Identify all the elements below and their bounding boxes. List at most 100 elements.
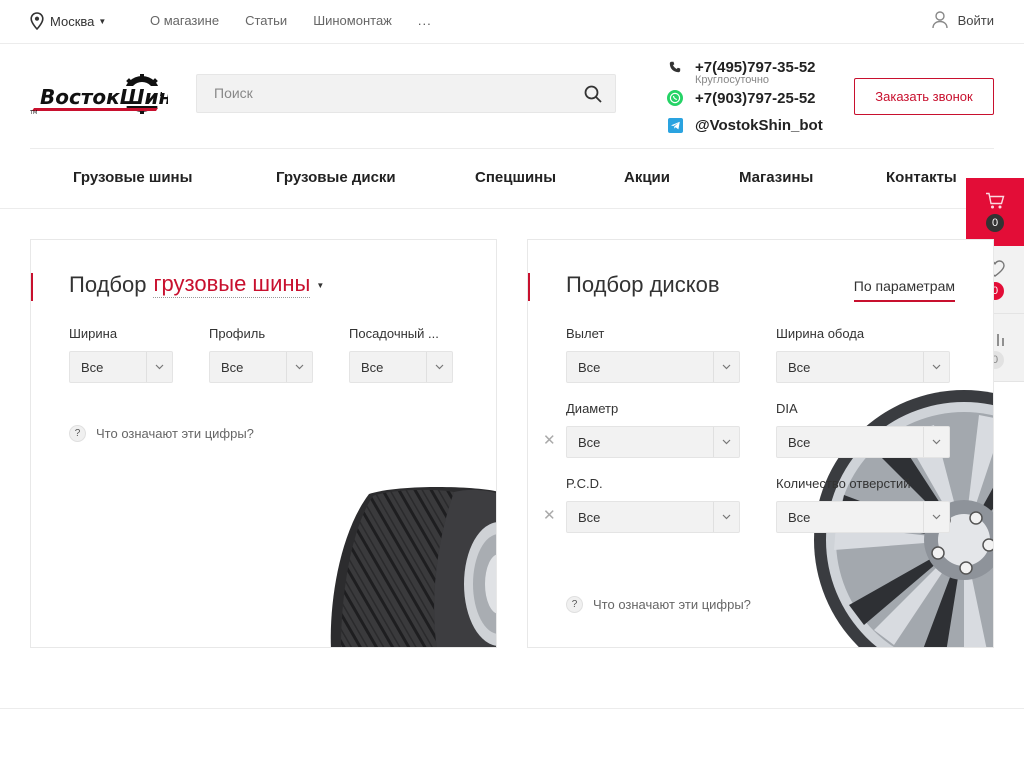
diameter-select[interactable]: Все bbox=[566, 426, 740, 458]
tab-by-parameters[interactable]: По параметрам bbox=[853, 278, 955, 302]
select-value: Все bbox=[221, 360, 244, 375]
rim-width-select[interactable]: Все bbox=[776, 351, 950, 383]
login-label: Войти bbox=[957, 12, 994, 28]
tire-selector-title: Подбор грузовые шины ▼ bbox=[69, 272, 324, 298]
nav-item-stores[interactable]: Магазины bbox=[739, 169, 813, 186]
callback-button[interactable]: Заказать звонок bbox=[854, 78, 994, 115]
telegram-row: @VostokShin_bot bbox=[667, 116, 823, 134]
nav-divider bbox=[0, 208, 1024, 209]
chevron-down-icon bbox=[713, 502, 739, 532]
city-label: Москва bbox=[50, 13, 95, 29]
pcd-field: P.C.D. Все bbox=[566, 476, 740, 533]
field-label: Ширина обода bbox=[776, 326, 865, 341]
nav-item-contacts[interactable]: Контакты bbox=[886, 169, 957, 186]
telegram-icon bbox=[667, 117, 683, 133]
tire-image bbox=[330, 487, 496, 647]
select-value: Все bbox=[578, 435, 601, 450]
user-icon bbox=[931, 11, 948, 29]
tire-title-text: Подбор bbox=[69, 272, 147, 297]
field-label: Диаметр bbox=[566, 401, 619, 416]
offset-field: Вылет Все bbox=[566, 326, 740, 383]
clear-pcd-icon[interactable]: ✕ bbox=[543, 506, 556, 524]
tire-width-field: Ширина Все bbox=[69, 326, 173, 383]
cart-icon bbox=[986, 192, 1005, 209]
login-button[interactable]: Войти bbox=[931, 11, 994, 29]
field-label: Посадочный ... bbox=[349, 326, 439, 341]
chevron-down-icon bbox=[713, 427, 739, 457]
phone-1[interactable]: +7(495)797-35-52 bbox=[695, 59, 816, 76]
tire-rim-field: Посадочный ... Все bbox=[349, 326, 453, 383]
field-label: DIA bbox=[776, 401, 798, 416]
phone-1-note: Круглосуточно bbox=[695, 74, 770, 86]
phone-2[interactable]: +7(903)797-25-52 bbox=[695, 90, 816, 107]
tire-width-select[interactable]: Все bbox=[69, 351, 173, 383]
question-icon: ? bbox=[566, 596, 583, 613]
cart-count: 0 bbox=[986, 214, 1004, 232]
nav-item-special-tires[interactable]: Спецшины bbox=[475, 169, 556, 186]
cart-button[interactable]: 0 bbox=[966, 178, 1024, 246]
chevron-down-icon bbox=[426, 352, 452, 382]
field-label: Ширина bbox=[69, 326, 118, 341]
tire-category-dropdown[interactable]: грузовые шины bbox=[153, 272, 311, 298]
city-selector[interactable]: Москва ▼ bbox=[30, 12, 106, 30]
field-label: Количество отверстий bbox=[776, 476, 911, 491]
phone-icon bbox=[667, 59, 683, 75]
chevron-down-icon[interactable]: ▼ bbox=[316, 281, 324, 290]
link-articles[interactable]: Статьи bbox=[245, 13, 287, 28]
chevron-down-icon: ▼ bbox=[98, 16, 107, 26]
help-text: Что означают эти цифры? bbox=[593, 597, 751, 612]
select-value: Все bbox=[81, 360, 104, 375]
panel-accent bbox=[528, 273, 530, 301]
bolt-count-field: Количество отверстий Все bbox=[776, 476, 950, 533]
chevron-down-icon bbox=[713, 352, 739, 382]
contacts-block: +7(495)797-35-52 Круглосуточно +7(903)79… bbox=[667, 58, 823, 134]
more-links-button[interactable]: ... bbox=[418, 13, 432, 28]
link-tire-service[interactable]: Шиномонтаж bbox=[313, 13, 392, 28]
location-pin-icon bbox=[30, 12, 44, 30]
phone-row-2: +7(903)797-25-52 bbox=[667, 89, 823, 107]
nav-item-promotions[interactable]: Акции bbox=[624, 169, 670, 186]
select-value: Все bbox=[578, 360, 601, 375]
tire-profile-field: Профиль Все bbox=[209, 326, 313, 383]
dia-field: DIA Все bbox=[776, 401, 950, 458]
nav-item-truck-wheels[interactable]: Грузовые диски bbox=[276, 169, 396, 186]
pcd-select[interactable]: Все bbox=[566, 501, 740, 533]
offset-select[interactable]: Все bbox=[566, 351, 740, 383]
field-label: P.C.D. bbox=[566, 476, 603, 491]
bolt-count-select[interactable]: Все bbox=[776, 501, 950, 533]
help-text: Что означают эти цифры? bbox=[96, 426, 254, 441]
svg-text:TM: TM bbox=[30, 110, 37, 116]
top-bar: Москва ▼ О магазине Статьи Шиномонтаж ..… bbox=[0, 0, 1024, 44]
select-value: Все bbox=[788, 360, 811, 375]
dia-select[interactable]: Все bbox=[776, 426, 950, 458]
diameter-field: Диаметр Все bbox=[566, 401, 740, 458]
search-bar bbox=[196, 74, 616, 113]
panel-accent bbox=[31, 273, 33, 301]
wheel-selector-title: Подбор дисков bbox=[566, 272, 720, 297]
wheel-selector-panel: Подбор дисков По параметрам Вылет Все Ши… bbox=[527, 239, 994, 648]
top-links: О магазине Статьи Шиномонтаж ... bbox=[150, 13, 458, 28]
chevron-down-icon bbox=[286, 352, 312, 382]
chevron-down-icon bbox=[923, 502, 949, 532]
tire-selector-panel: Подбор грузовые шины ▼ Ширина Все Профил… bbox=[30, 239, 497, 648]
select-value: Все bbox=[578, 510, 601, 525]
search-icon[interactable] bbox=[584, 85, 602, 108]
telegram-handle[interactable]: @VostokShin_bot bbox=[695, 117, 823, 134]
whatsapp-icon bbox=[667, 90, 683, 106]
rim-width-field: Ширина обода Все bbox=[776, 326, 950, 383]
chevron-down-icon bbox=[923, 427, 949, 457]
clear-diameter-icon[interactable]: ✕ bbox=[543, 431, 556, 449]
select-value: Все bbox=[788, 510, 811, 525]
wheel-help-link[interactable]: ? Что означают эти цифры? bbox=[566, 596, 751, 613]
search-input[interactable] bbox=[214, 85, 574, 101]
logo[interactable]: ВостокШин TM bbox=[29, 74, 172, 116]
link-about[interactable]: О магазине bbox=[150, 13, 219, 28]
chevron-down-icon bbox=[146, 352, 172, 382]
field-label: Вылет bbox=[566, 326, 605, 341]
tire-rim-select[interactable]: Все bbox=[349, 351, 453, 383]
tire-help-link[interactable]: ? Что означают эти цифры? bbox=[69, 425, 254, 442]
select-value: Все bbox=[361, 360, 384, 375]
tire-profile-select[interactable]: Все bbox=[209, 351, 313, 383]
select-value: Все bbox=[788, 435, 811, 450]
nav-item-truck-tires[interactable]: Грузовые шины bbox=[73, 169, 192, 186]
